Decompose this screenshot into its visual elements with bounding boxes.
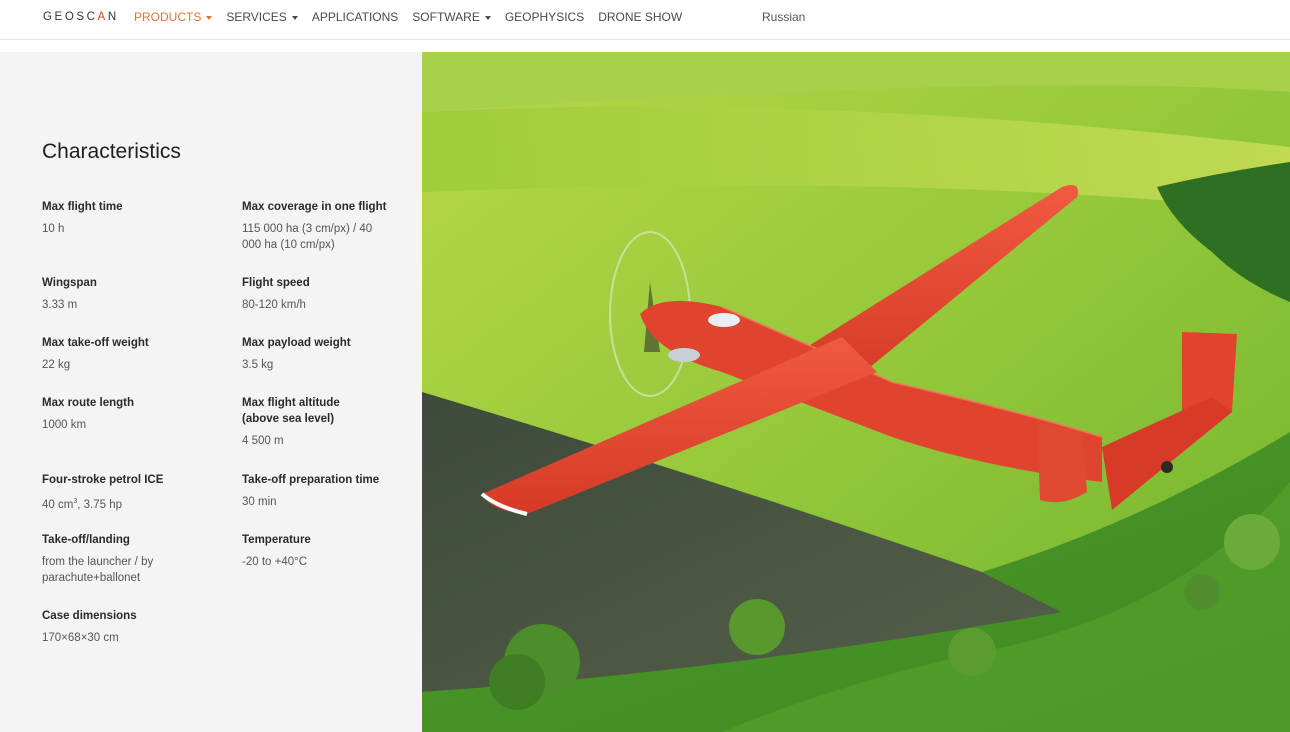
nav-geophysics[interactable]: GEOPHYSICS (505, 10, 584, 24)
spec-label: Max flight time (42, 201, 123, 213)
spec-value: 80-120 km/h (242, 299, 306, 311)
spec-label: Max payload weight (242, 337, 351, 349)
site-header: GEOSCAN PRODUCTS SERVICES APPLICATIONS S… (0, 0, 1290, 40)
language-switch[interactable]: Russian (762, 10, 805, 24)
spec-value: 115 000 ha (3 cm/px) / 40 000 ha (10 cm/… (242, 223, 373, 251)
page-title: Characteristics (42, 140, 181, 163)
spec-label: Max coverage in one flight (242, 201, 387, 213)
spec-label: Take-off preparation time (242, 474, 380, 486)
spec-value: -20 to +40°C (242, 556, 308, 568)
spec-max-flight-time: Max flight time 10 h (42, 199, 222, 237)
spec-engine: Four-stroke petrol ICE 40 cm3, 3.75 hp (42, 472, 222, 513)
nav-drone-show[interactable]: DRONE SHOW (598, 10, 682, 24)
spec-max-takeoff-weight: Max take-off weight 22 kg (42, 335, 222, 373)
spec-temperature: Temperature -20 to +40°C (242, 532, 422, 570)
spec-value: 3.5 kg (242, 359, 274, 371)
spec-label: Wingspan (42, 277, 97, 289)
spec-label: Case dimensions (42, 610, 137, 622)
spec-label: Flight speed (242, 277, 310, 289)
spec-value: 1000 km (42, 419, 87, 431)
nav-applications[interactable]: APPLICATIONS (312, 10, 398, 24)
spec-value: 10 h (42, 223, 65, 235)
spec-label: Take-off/landing (42, 534, 130, 546)
chevron-down-icon (206, 15, 213, 20)
geoscan-logo[interactable]: GEOSCAN (43, 11, 119, 23)
spec-value: from the launcher / by parachute+ballone… (42, 556, 154, 584)
spec-takeoff-prep-time: Take-off preparation time 30 min (242, 472, 422, 510)
drone-photo (422, 52, 1290, 732)
spec-max-flight-altitude: Max flight altitude (above sea level) 4 … (242, 395, 352, 449)
spec-label: Max flight altitude (above sea level) (242, 397, 340, 425)
spec-value: 40 cm3, 3.75 hp (42, 498, 122, 511)
spec-takeoff-landing: Take-off/landing from the launcher / by … (42, 532, 162, 586)
chevron-down-icon (484, 15, 491, 20)
spec-value: 170×68×30 cm (42, 632, 119, 644)
spec-label: Four-stroke petrol ICE (42, 474, 164, 486)
chevron-down-icon (291, 15, 298, 20)
nav-products[interactable]: PRODUCTS (134, 10, 213, 24)
spec-value: 3.33 m (42, 299, 78, 311)
spec-wingspan: Wingspan 3.33 m (42, 275, 222, 313)
spec-case-dimensions: Case dimensions 170×68×30 cm (42, 608, 222, 646)
main-nav: PRODUCTS SERVICES APPLICATIONS SOFTWARE … (134, 10, 696, 24)
spec-label: Temperature (242, 534, 311, 546)
spec-max-coverage: Max coverage in one flight 115 000 ha (3… (242, 199, 392, 253)
spec-value: 30 min (242, 496, 277, 508)
spec-label: Max route length (42, 397, 135, 409)
spec-label: Max take-off weight (42, 337, 149, 349)
nav-services[interactable]: SERVICES (226, 10, 298, 24)
spec-value: 4 500 m (242, 435, 284, 447)
spec-max-route-length: Max route length 1000 km (42, 395, 222, 433)
spec-value: 22 kg (42, 359, 71, 371)
spec-flight-speed: Flight speed 80-120 km/h (242, 275, 422, 313)
spec-max-payload-weight: Max payload weight 3.5 kg (242, 335, 422, 373)
nav-software[interactable]: SOFTWARE (412, 10, 491, 24)
